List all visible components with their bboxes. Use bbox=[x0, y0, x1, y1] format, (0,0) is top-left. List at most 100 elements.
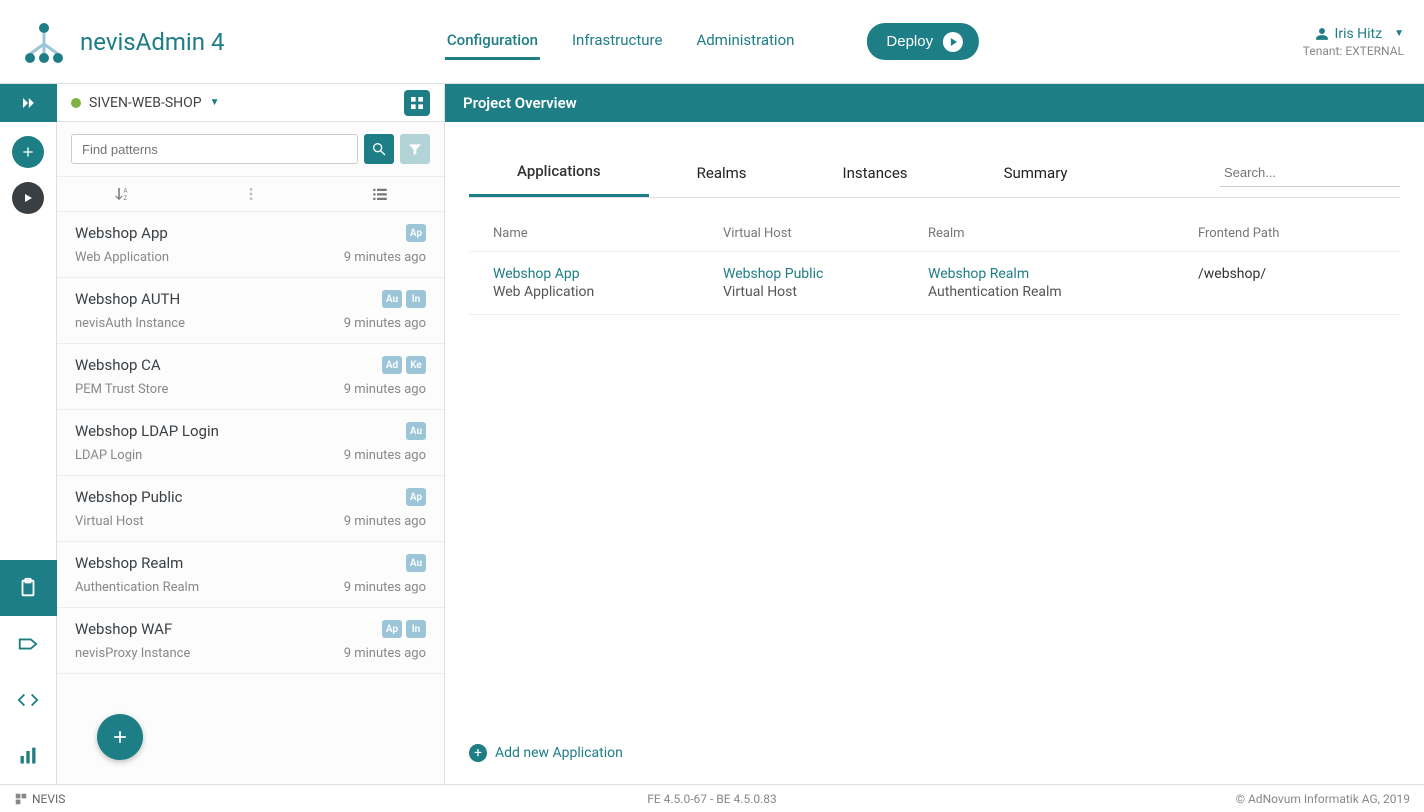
tab-instances[interactable]: Instances bbox=[795, 150, 956, 196]
status-dot-icon bbox=[71, 98, 81, 108]
chevron-down-icon: ▼ bbox=[210, 97, 220, 108]
pattern-type: Authentication Realm bbox=[75, 580, 199, 595]
rail-chart-button[interactable] bbox=[0, 728, 57, 784]
badge: Ap bbox=[406, 488, 426, 506]
code-icon bbox=[17, 689, 39, 711]
pattern-time: 9 minutes ago bbox=[344, 316, 426, 331]
pattern-name: Webshop App bbox=[75, 224, 168, 242]
pattern-time: 9 minutes ago bbox=[344, 250, 426, 265]
nav-administration[interactable]: Administration bbox=[694, 23, 796, 60]
pattern-time: 9 minutes ago bbox=[344, 448, 426, 463]
footer-brand: NEVIS bbox=[14, 792, 65, 806]
plus-icon bbox=[110, 727, 130, 747]
tab-realms[interactable]: Realms bbox=[649, 150, 795, 196]
row-name-link[interactable]: Webshop App bbox=[493, 266, 723, 282]
badge: In bbox=[406, 290, 426, 308]
more-button[interactable] bbox=[186, 186, 315, 202]
add-application-button[interactable]: + Add new Application bbox=[469, 744, 623, 762]
badge: In bbox=[406, 620, 426, 638]
filter-button[interactable] bbox=[400, 134, 430, 164]
pattern-type: Web Application bbox=[75, 250, 169, 265]
more-vertical-icon bbox=[243, 186, 259, 202]
chart-icon bbox=[18, 746, 38, 766]
row-path: /webshop/ bbox=[1198, 266, 1376, 282]
pattern-type: PEM Trust Store bbox=[75, 382, 168, 397]
pattern-name: Webshop Public bbox=[75, 488, 182, 506]
pattern-time: 9 minutes ago bbox=[344, 382, 426, 397]
expand-rail-button[interactable] bbox=[0, 84, 57, 122]
badge: Ad bbox=[382, 356, 402, 374]
icon-rail bbox=[0, 84, 57, 784]
sort-alpha-button[interactable]: AZ bbox=[57, 185, 186, 203]
badge: Au bbox=[406, 422, 426, 440]
pattern-name: Webshop AUTH bbox=[75, 290, 180, 308]
badge: Ap bbox=[382, 620, 402, 638]
deploy-button[interactable]: Deploy bbox=[866, 23, 979, 60]
add-pattern-fab[interactable] bbox=[97, 714, 143, 760]
rail-play-button[interactable] bbox=[12, 182, 44, 214]
row-realm-sub: Authentication Realm bbox=[928, 284, 1198, 300]
rail-code-button[interactable] bbox=[0, 672, 57, 728]
row-realm-link[interactable]: Webshop Realm bbox=[928, 266, 1198, 282]
pattern-type: LDAP Login bbox=[75, 448, 142, 463]
nav-infrastructure[interactable]: Infrastructure bbox=[570, 23, 664, 60]
list-icon bbox=[371, 185, 389, 203]
rail-tag-button[interactable] bbox=[0, 616, 57, 672]
footer-version: FE 4.5.0-67 - BE 4.5.0.83 bbox=[647, 792, 777, 806]
sidebar: SIVEN-WEB-SHOP ▼ AZ bbox=[57, 84, 445, 784]
pattern-type: nevisAuth Instance bbox=[75, 316, 185, 331]
sort-alpha-icon: AZ bbox=[113, 185, 131, 203]
pattern-list: Webshop App Ap Web Application 9 minutes… bbox=[57, 212, 444, 674]
project-name: SIVEN-WEB-SHOP bbox=[89, 95, 202, 111]
rail-add-button[interactable] bbox=[12, 136, 44, 168]
tab-summary[interactable]: Summary bbox=[956, 150, 1116, 196]
clipboard-icon bbox=[17, 577, 39, 599]
pattern-item[interactable]: Webshop App Ap Web Application 9 minutes… bbox=[57, 212, 444, 278]
pattern-time: 9 minutes ago bbox=[344, 646, 426, 661]
col-vhost: Virtual Host bbox=[723, 226, 928, 241]
user-name-label: Iris Hitz bbox=[1335, 26, 1383, 42]
user-menu[interactable]: Iris Hitz ▼ Tenant: EXTERNAL bbox=[1303, 26, 1404, 58]
svg-text:Z: Z bbox=[123, 195, 127, 202]
badge: Ke bbox=[406, 356, 426, 374]
brand-text: nevisAdmin 4 bbox=[80, 28, 224, 56]
search-button[interactable] bbox=[364, 134, 394, 164]
brand: nevisAdmin 4 bbox=[20, 18, 224, 66]
pattern-name: Webshop WAF bbox=[75, 620, 172, 638]
pattern-time: 9 minutes ago bbox=[344, 580, 426, 595]
nevis-icon bbox=[14, 792, 28, 806]
applications-table: Name Virtual Host Realm Frontend Path We… bbox=[469, 216, 1400, 315]
row-vhost-sub: Virtual Host bbox=[723, 284, 928, 300]
nav-configuration[interactable]: Configuration bbox=[445, 23, 540, 60]
play-icon bbox=[943, 32, 963, 52]
plus-circle-icon: + bbox=[469, 744, 487, 762]
add-application-label: Add new Application bbox=[495, 745, 623, 761]
main: Project Overview Applications Realms Ins… bbox=[445, 84, 1424, 784]
grid-view-button[interactable] bbox=[404, 90, 430, 116]
pattern-name: Webshop CA bbox=[75, 356, 161, 374]
row-vhost-link[interactable]: Webshop Public bbox=[723, 266, 928, 282]
list-view-button[interactable] bbox=[315, 185, 444, 203]
pattern-item[interactable]: Webshop WAF ApIn nevisProxy Instance 9 m… bbox=[57, 608, 444, 674]
pattern-item[interactable]: Webshop CA AdKe PEM Trust Store 9 minute… bbox=[57, 344, 444, 410]
pattern-item[interactable]: Webshop Realm Au Authentication Realm 9 … bbox=[57, 542, 444, 608]
badge: Ap bbox=[406, 224, 426, 242]
pattern-time: 9 minutes ago bbox=[344, 514, 426, 529]
pattern-type: nevisProxy Instance bbox=[75, 646, 190, 661]
app-header: nevisAdmin 4 Configuration Infrastructur… bbox=[0, 0, 1424, 84]
pattern-item[interactable]: Webshop Public Ap Virtual Host 9 minutes… bbox=[57, 476, 444, 542]
filter-icon bbox=[407, 141, 423, 157]
table-row[interactable]: Webshop App Web Application Webshop Publ… bbox=[469, 252, 1400, 315]
tab-applications[interactable]: Applications bbox=[469, 148, 649, 197]
rail-clipboard-button[interactable] bbox=[0, 560, 57, 616]
pattern-item[interactable]: Webshop LDAP Login Au LDAP Login 9 minut… bbox=[57, 410, 444, 476]
table-search-input[interactable] bbox=[1220, 159, 1400, 187]
pattern-search-input[interactable] bbox=[71, 134, 358, 164]
top-nav: Configuration Infrastructure Administrat… bbox=[445, 23, 979, 60]
footer-copyright: © AdNovum Informatik AG, 2019 bbox=[1236, 792, 1410, 806]
tabs: Applications Realms Instances Summary bbox=[469, 148, 1400, 198]
row-name-sub: Web Application bbox=[493, 284, 723, 300]
project-selector[interactable]: SIVEN-WEB-SHOP ▼ bbox=[57, 84, 444, 122]
pattern-item[interactable]: Webshop AUTH AuIn nevisAuth Instance 9 m… bbox=[57, 278, 444, 344]
svg-text:A: A bbox=[123, 188, 127, 195]
